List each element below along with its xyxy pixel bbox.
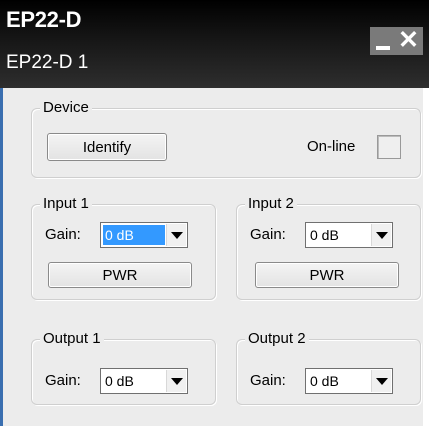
input2-gain-select[interactable]: 0 dB: [305, 222, 393, 248]
identify-button-label: Identify: [82, 138, 132, 156]
minimize-icon[interactable]: [376, 46, 390, 50]
window-controls: ✕: [370, 26, 423, 55]
input2-dropdown-button[interactable]: [371, 224, 391, 246]
device-group: Device Identify On-line: [31, 99, 421, 178]
input1-legend: Input 1: [40, 195, 92, 213]
output1-gain-select[interactable]: 0 dB: [100, 368, 188, 394]
input2-gain-value: 0 dB: [310, 227, 339, 243]
output1-group: Output 1 Gain: 0 dB: [31, 330, 216, 405]
input1-gain-label: Gain:: [45, 226, 81, 243]
online-label: On-line: [307, 138, 356, 155]
output2-group: Output 2 Gain: 0 dB: [236, 330, 421, 405]
input1-group: Input 1 Gain: 0 dB PWR: [31, 195, 216, 300]
output2-gain-value: 0 dB: [310, 373, 339, 389]
input2-legend: Input 2: [245, 195, 297, 213]
device-window: EP22-D EP22-D 1 ✕ Device Identify On-lin…: [0, 0, 429, 426]
input1-gain-select[interactable]: 0 dB: [100, 222, 188, 248]
output2-dropdown-button[interactable]: [371, 370, 391, 392]
title-bar[interactable]: EP22-D EP22-D 1 ✕: [0, 0, 429, 88]
window-title: EP22-D: [6, 7, 82, 32]
output1-gain-label: Gain:: [45, 372, 81, 389]
output2-legend: Output 2: [245, 330, 309, 348]
online-indicator: [377, 135, 401, 159]
chevron-down-icon: [171, 378, 183, 385]
identify-button[interactable]: Identify: [47, 133, 167, 161]
output1-dropdown-button[interactable]: [166, 370, 186, 392]
main-panel: Device Identify On-line Input 1 Gain: 0 …: [3, 88, 423, 426]
input1-dropdown-button[interactable]: [166, 224, 186, 246]
output1-legend: Output 1: [40, 330, 104, 348]
chevron-down-icon: [376, 378, 388, 385]
close-icon[interactable]: ✕: [398, 26, 419, 54]
window-subtitle: EP22-D 1: [6, 52, 89, 73]
chevron-down-icon: [376, 232, 388, 239]
input2-pwr-label: PWR: [309, 266, 345, 284]
input1-pwr-button[interactable]: PWR: [48, 262, 192, 288]
output2-gain-label: Gain:: [250, 372, 286, 389]
device-legend: Device: [40, 99, 92, 117]
output2-gain-select[interactable]: 0 dB: [305, 368, 393, 394]
input2-pwr-button[interactable]: PWR: [255, 262, 399, 288]
input2-group: Input 2 Gain: 0 dB PWR: [236, 195, 421, 300]
output1-gain-value: 0 dB: [105, 373, 134, 389]
input1-pwr-label: PWR: [102, 266, 138, 284]
window-right-edge: [423, 88, 429, 426]
input2-gain-label: Gain:: [250, 226, 286, 243]
input1-gain-value: 0 dB: [103, 225, 165, 245]
chevron-down-icon: [171, 232, 183, 239]
